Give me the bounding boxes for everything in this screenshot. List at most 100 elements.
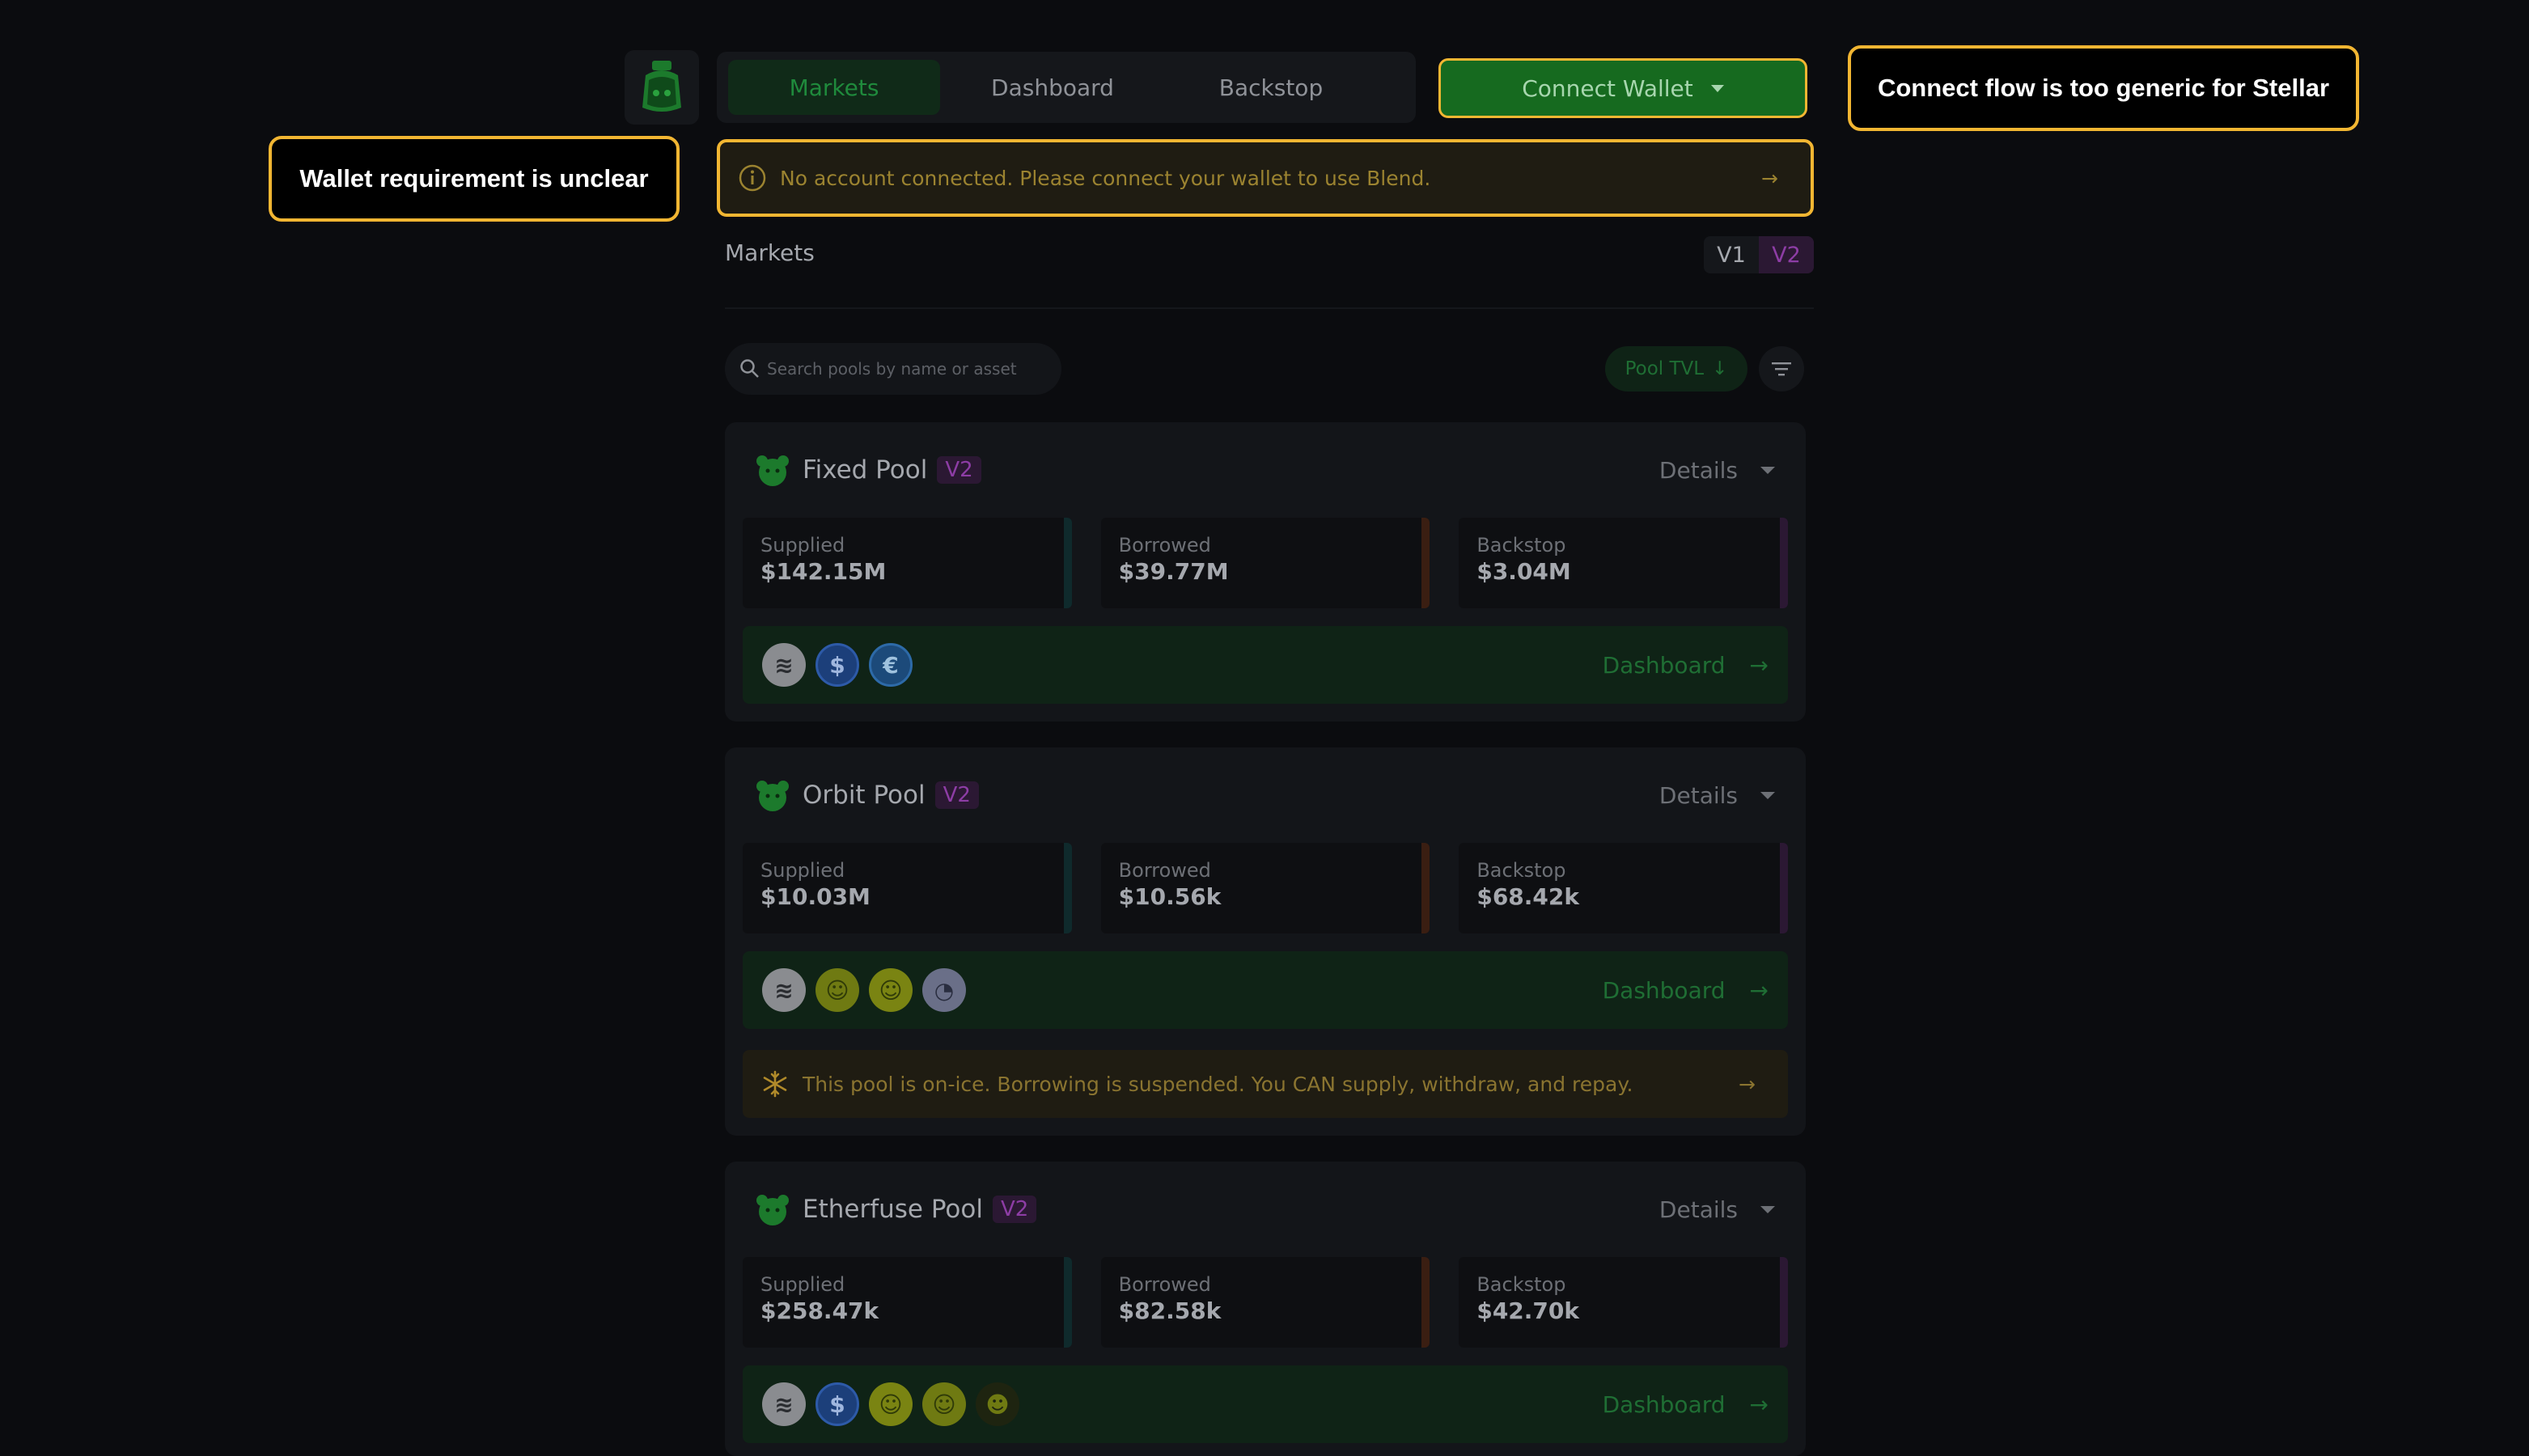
pool-dashboard-link[interactable]: Dashboard: [1603, 977, 1726, 1004]
version-badge: V2: [934, 781, 979, 809]
search-input[interactable]: Search pools by name or asset: [767, 359, 1017, 379]
chevron-down-icon: [1710, 84, 1724, 92]
snowflake-icon: [763, 1070, 787, 1098]
pool-name: Etherfuse Pool: [803, 1195, 983, 1224]
annotation-wallet-requirement: Wallet requirement is unclear: [269, 136, 680, 222]
version-badge: V2: [992, 1196, 1037, 1223]
chevron-down-icon: [1760, 791, 1775, 799]
pool-card-fixed: Fixed Pool V2 Details Supplied $142.15M B…: [725, 422, 1806, 722]
pool-assets-row[interactable]: ≋ $ ☺ ☺ ☻ Dashboard →: [743, 1365, 1788, 1443]
stat-value: $42.70k: [1476, 1297, 1580, 1324]
pool-header[interactable]: Fixed Pool V2 Details: [754, 450, 1783, 490]
pool-header[interactable]: Etherfuse Pool V2 Details: [754, 1189, 1783, 1230]
pool-dashboard-link[interactable]: Dashboard: [1603, 652, 1726, 679]
filter-button[interactable]: [1759, 346, 1804, 392]
stat-value: $10.03M: [760, 883, 871, 910]
stat-label: Supplied: [760, 859, 845, 882]
arrow-right-icon: →: [1739, 1072, 1756, 1096]
token-dark-portrait-icon: ☻: [976, 1382, 1019, 1426]
pool-dashboard-link[interactable]: Dashboard: [1603, 1391, 1726, 1418]
pool-name: Fixed Pool: [803, 455, 928, 485]
stat-label: Backstop: [1476, 1273, 1566, 1296]
pool-assets-row[interactable]: ≋ $ € Dashboard →: [743, 626, 1788, 704]
version-v2-toggle[interactable]: V2: [1759, 236, 1814, 273]
blend-logo[interactable]: [625, 50, 699, 125]
blend-bag-icon: [642, 61, 681, 112]
stat-label: Borrowed: [1118, 534, 1211, 557]
pool-bear-icon: [756, 1195, 789, 1225]
connect-wallet-button[interactable]: Connect Wallet: [1438, 58, 1807, 118]
token-portrait-icon: ☺: [815, 968, 859, 1012]
stat-value: $10.56k: [1118, 883, 1222, 910]
pool-bear-icon: [756, 781, 789, 811]
eurc-icon: €: [869, 643, 913, 687]
pool-bear-icon: [756, 455, 789, 486]
stat-value: $3.04M: [1476, 558, 1571, 585]
stellar-xlm-icon: ≋: [762, 643, 806, 687]
token-portrait-icon: ☺: [922, 1382, 966, 1426]
search-box[interactable]: Search pools by name or asset: [725, 343, 1061, 395]
details-toggle[interactable]: Details: [1659, 1196, 1738, 1223]
pool-on-ice-notice[interactable]: This pool is on-ice. Borrowing is suspen…: [743, 1050, 1788, 1118]
stat-supplied: Supplied $258.47k: [743, 1257, 1072, 1348]
version-switch: V1 V2: [1704, 236, 1814, 273]
stat-borrowed: Borrowed $10.56k: [1100, 843, 1430, 933]
stat-label: Backstop: [1476, 534, 1566, 557]
stellar-xlm-icon: ≋: [762, 1382, 806, 1426]
pool-header[interactable]: Orbit Pool V2 Details: [754, 775, 1783, 815]
pool-assets-row[interactable]: ≋ ☺ ☺ ◔ Dashboard →: [743, 951, 1788, 1029]
markets-header: Markets V1 V2: [725, 236, 1814, 309]
pool-name: Orbit Pool: [803, 781, 926, 810]
pool-card-orbit: Orbit Pool V2 Details Supplied $10.03M Bo…: [725, 747, 1806, 1136]
arrow-right-icon: →: [1749, 651, 1769, 679]
stat-label: Borrowed: [1118, 859, 1211, 882]
pool-stats: Supplied $258.47k Borrowed $82.58k Backsto…: [743, 1257, 1789, 1348]
sort-label: Pool TVL: [1625, 358, 1705, 379]
arrow-right-icon: →: [1761, 166, 1778, 190]
search-icon: [740, 359, 759, 378]
connect-wallet-label: Connect Wallet: [1522, 74, 1693, 102]
stat-value: $142.15M: [760, 558, 887, 585]
stat-backstop: Backstop $42.70k: [1459, 1257, 1789, 1348]
stat-backstop: Backstop $3.04M: [1459, 518, 1789, 608]
stat-backstop: Backstop $68.42k: [1459, 843, 1789, 933]
filter-icon: [1772, 362, 1791, 376]
token-swirl-icon: ◔: [922, 968, 966, 1012]
chevron-down-icon: [1760, 1205, 1775, 1213]
stat-supplied: Supplied $142.15M: [743, 518, 1072, 608]
stat-supplied: Supplied $10.03M: [743, 843, 1072, 933]
sort-pool-tvl-button[interactable]: Pool TVL ↓: [1605, 346, 1747, 392]
top-nav: Markets Dashboard Backstop: [717, 52, 1416, 123]
usdc-icon: $: [815, 1382, 859, 1426]
page-title: Markets: [725, 239, 815, 266]
token-portrait-icon: ☺: [869, 968, 913, 1012]
alert-text: No account connected. Please connect you…: [780, 166, 1431, 190]
tab-dashboard[interactable]: Dashboard: [947, 60, 1159, 115]
chevron-down-icon: [1760, 466, 1775, 474]
annotation-connect-flow: Connect flow is too generic for Stellar: [1848, 45, 2359, 131]
stat-borrowed: Borrowed $82.58k: [1100, 1257, 1430, 1348]
pool-stats: Supplied $142.15M Borrowed $39.77M Backsto…: [743, 518, 1789, 608]
version-badge: V2: [937, 456, 981, 484]
details-toggle[interactable]: Details: [1659, 457, 1738, 484]
usdc-icon: $: [815, 643, 859, 687]
pool-stats: Supplied $10.03M Borrowed $10.56k Backstop…: [743, 843, 1789, 933]
stat-label: Supplied: [760, 1273, 845, 1296]
arrow-right-icon: →: [1749, 976, 1769, 1004]
pool-card-etherfuse: Etherfuse Pool V2 Details Supplied $258.4…: [725, 1162, 1806, 1456]
details-toggle[interactable]: Details: [1659, 782, 1738, 809]
arrow-right-icon: →: [1749, 1390, 1769, 1418]
stat-value: $258.47k: [760, 1297, 879, 1324]
version-v1-toggle[interactable]: V1: [1704, 236, 1759, 273]
stat-label: Supplied: [760, 534, 845, 557]
stat-value: $68.42k: [1476, 883, 1580, 910]
stellar-xlm-icon: ≋: [762, 968, 806, 1012]
no-account-alert[interactable]: No account connected. Please connect you…: [717, 139, 1814, 217]
tab-markets[interactable]: Markets: [728, 60, 940, 115]
token-portrait-icon: ☺: [869, 1382, 913, 1426]
stat-borrowed: Borrowed $39.77M: [1100, 518, 1430, 608]
tab-backstop[interactable]: Backstop: [1165, 60, 1377, 115]
info-icon: [739, 164, 766, 192]
stat-value: $39.77M: [1118, 558, 1229, 585]
stat-value: $82.58k: [1118, 1297, 1222, 1324]
